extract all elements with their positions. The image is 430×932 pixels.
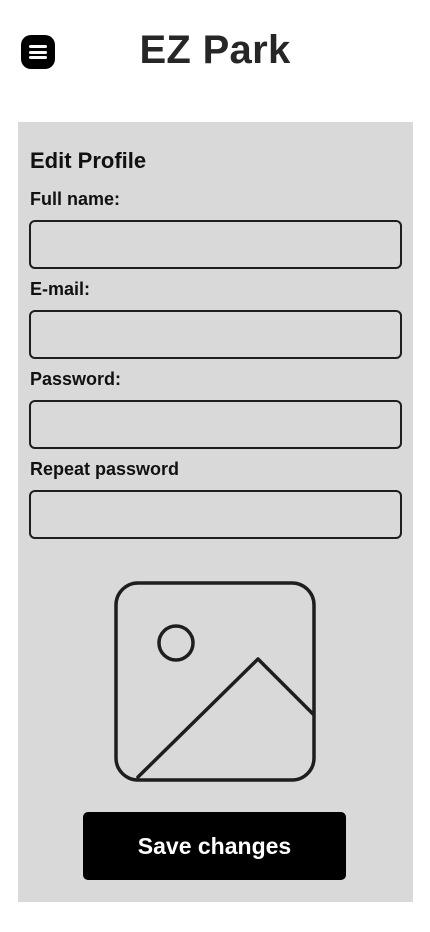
app-title: EZ Park xyxy=(139,28,291,72)
edit-profile-panel: Edit Profile Full name: E-mail: Password… xyxy=(18,122,413,902)
email-input[interactable] xyxy=(29,310,402,359)
repeat-password-label: Repeat password xyxy=(30,459,180,479)
panel-title: Edit Profile xyxy=(30,148,147,173)
repeat-password-input[interactable] xyxy=(29,490,402,539)
save-changes-button[interactable]: Save changes xyxy=(83,812,346,880)
password-input[interactable] xyxy=(29,400,402,449)
image-placeholder-icon xyxy=(114,581,316,782)
full-name-label: Full name: xyxy=(30,189,121,209)
profile-image-upload[interactable] xyxy=(114,581,316,782)
full-name-input[interactable] xyxy=(29,220,402,269)
password-label: Password: xyxy=(30,369,122,389)
email-label: E-mail: xyxy=(30,279,91,299)
